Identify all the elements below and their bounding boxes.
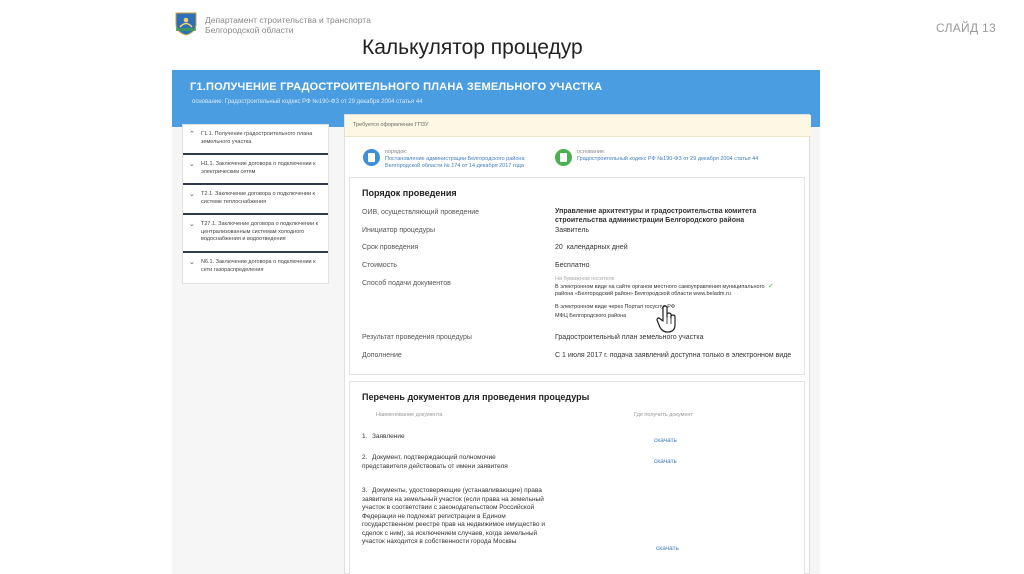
method-paper: На бумажном носителе — [555, 276, 615, 282]
document-row: 3. Документы, удостоверяющие (устанавлива… — [362, 487, 552, 547]
org-line-1: Департамент строительства и транспорта — [205, 15, 371, 25]
menu-item-label: N6.1. Заключение договора о подключении … — [201, 259, 316, 273]
doc-name-header: Наименование документа — [376, 412, 443, 418]
cost-value: Бесплатно — [555, 262, 590, 269]
documents-panel: Перечень документов для проведения проце… — [349, 381, 805, 574]
menu-item[interactable]: ⌄ Т27.1. Заключение договора о подключен… — [183, 215, 328, 253]
organization-name: Департамент строительства и транспорта Б… — [205, 15, 371, 35]
oiv-label: ОИВ, осуществляющий проведение — [362, 209, 480, 216]
hand-cursor-icon — [656, 305, 676, 333]
doc-name: Документы, удостоверяющие (устанавливающ… — [362, 487, 545, 545]
doc-number: 1. — [362, 433, 368, 440]
download-link[interactable]: скачать — [654, 437, 677, 444]
slide-title: Калькулятор процедур — [362, 36, 583, 59]
term-value: 20 календарных дней — [555, 244, 628, 253]
menu-item-label: Н1.1. Заключение договора о подключении … — [201, 161, 316, 175]
term-days: 20 — [555, 244, 563, 251]
basis-label: основание: — [577, 149, 606, 155]
method-portal: В электронном виде через Портал госуслуг… — [555, 304, 676, 310]
menu-item[interactable]: ⌃ Г1.1. Получение градостроительного пла… — [183, 125, 328, 155]
doc-name: Заявление — [372, 433, 405, 440]
procedure-banner: Г1.ПОЛУЧЕНИЕ ГРАДОСТРОИТЕЛЬНОГО ПЛАНА ЗЕ… — [172, 70, 820, 113]
legal-basis: основание: Градостроительный кодекс РФ №… — [555, 149, 805, 177]
menu-item-label: Т27.1. Заключение договора о подключении… — [201, 221, 319, 242]
check-icon: ✓ — [768, 283, 774, 290]
basis-link[interactable]: Градостроительный кодекс РФ №190-ФЗ от 2… — [577, 156, 807, 163]
initiator-label: Инициатор процедуры — [362, 227, 436, 234]
cost-label: Стоимость — [362, 262, 398, 269]
initiator-value: Заявитель — [555, 227, 590, 234]
method-site: В электронном виде на сайте органов мест… — [555, 284, 765, 297]
document-row: 2. Документ, подтверждающий полномочие пр… — [362, 454, 542, 471]
document-icon — [555, 149, 572, 166]
term-label: Срок проведения — [362, 244, 419, 251]
chevron-down-icon: ⌄ — [189, 161, 195, 168]
oiv-value: Управление архитектуры и градостроительс… — [555, 208, 757, 224]
doc-number: 2. — [362, 454, 368, 461]
menu-item-label: Г1.1. Получение градостроительного плана… — [201, 131, 313, 145]
extra-value: С 1 июля 2017 г. подача заявлений доступ… — [555, 352, 792, 359]
menu-item[interactable]: ⌄ Н1.1. Заключение договора о подключени… — [183, 155, 328, 185]
order-label: порядок: — [385, 149, 408, 155]
doc-where-header: Где получить документ — [634, 412, 693, 418]
coat-of-arms-icon — [175, 12, 197, 36]
document-icon — [363, 149, 380, 166]
method-label: Способ подачи документов — [362, 280, 451, 287]
procedure-panel: Порядок проведения ОИВ, осуществляющий п… — [349, 177, 805, 375]
chevron-down-icon: ⌄ — [189, 191, 195, 198]
procedure-menu: ⌃ Г1.1. Получение градостроительного пла… — [182, 124, 329, 284]
term-unit: календарных дней — [566, 244, 628, 251]
menu-item-label: Т2.1. Заключение договора о подключении … — [201, 191, 315, 205]
org-line-2: Белгородской области — [205, 25, 294, 35]
calculator-screenshot: Г1.ПОЛУЧЕНИЕ ГРАДОСТРОИТЕЛЬНОГО ПЛАНА ЗЕ… — [172, 70, 820, 574]
document-row: 1. Заявление — [362, 433, 562, 442]
slide-number: СЛАЙД 13 — [936, 21, 996, 35]
download-link[interactable]: скачать — [654, 458, 677, 465]
method-mfc: МФЦ Белгородского района — [555, 313, 627, 319]
procedure-card: Требуется оформление ГПЗУ порядок: Поста… — [344, 114, 811, 574]
result-label: Результат проведения процедуры — [362, 334, 472, 341]
requirement-notice: Требуется оформление ГПЗУ — [345, 115, 811, 137]
chevron-down-icon: ⌄ — [189, 221, 195, 228]
procedure-title: Порядок проведения — [362, 188, 457, 198]
documents-title: Перечень документов для проведения проце… — [362, 392, 590, 402]
result-value: Градостроительный план земельного участк… — [555, 334, 704, 341]
doc-number: 3. — [362, 487, 368, 494]
banner-title: Г1.ПОЛУЧЕНИЕ ГРАДОСТРОИТЕЛЬНОГО ПЛАНА ЗЕ… — [190, 81, 603, 93]
chevron-down-icon: ⌄ — [189, 259, 195, 266]
notice-text: Требуется оформление ГПЗУ — [353, 122, 429, 128]
download-link[interactable]: скачать — [656, 545, 679, 552]
menu-item[interactable]: ⌄ Т2.1. Заключение договора о подключени… — [183, 185, 328, 215]
doc-name: Документ, подтверждающий полномочие пред… — [362, 454, 508, 470]
extra-label: Дополнение — [362, 352, 402, 359]
menu-item[interactable]: ⌄ N6.1. Заключение договора о подключени… — [183, 253, 328, 283]
order-basis: порядок: Постановление администрации Бел… — [363, 149, 563, 177]
chevron-up-icon: ⌃ — [189, 131, 195, 138]
banner-subtitle: основание: Градостроительный кодекс РФ №… — [192, 99, 423, 105]
order-link[interactable]: Постановление администрации Белгородског… — [385, 156, 555, 170]
